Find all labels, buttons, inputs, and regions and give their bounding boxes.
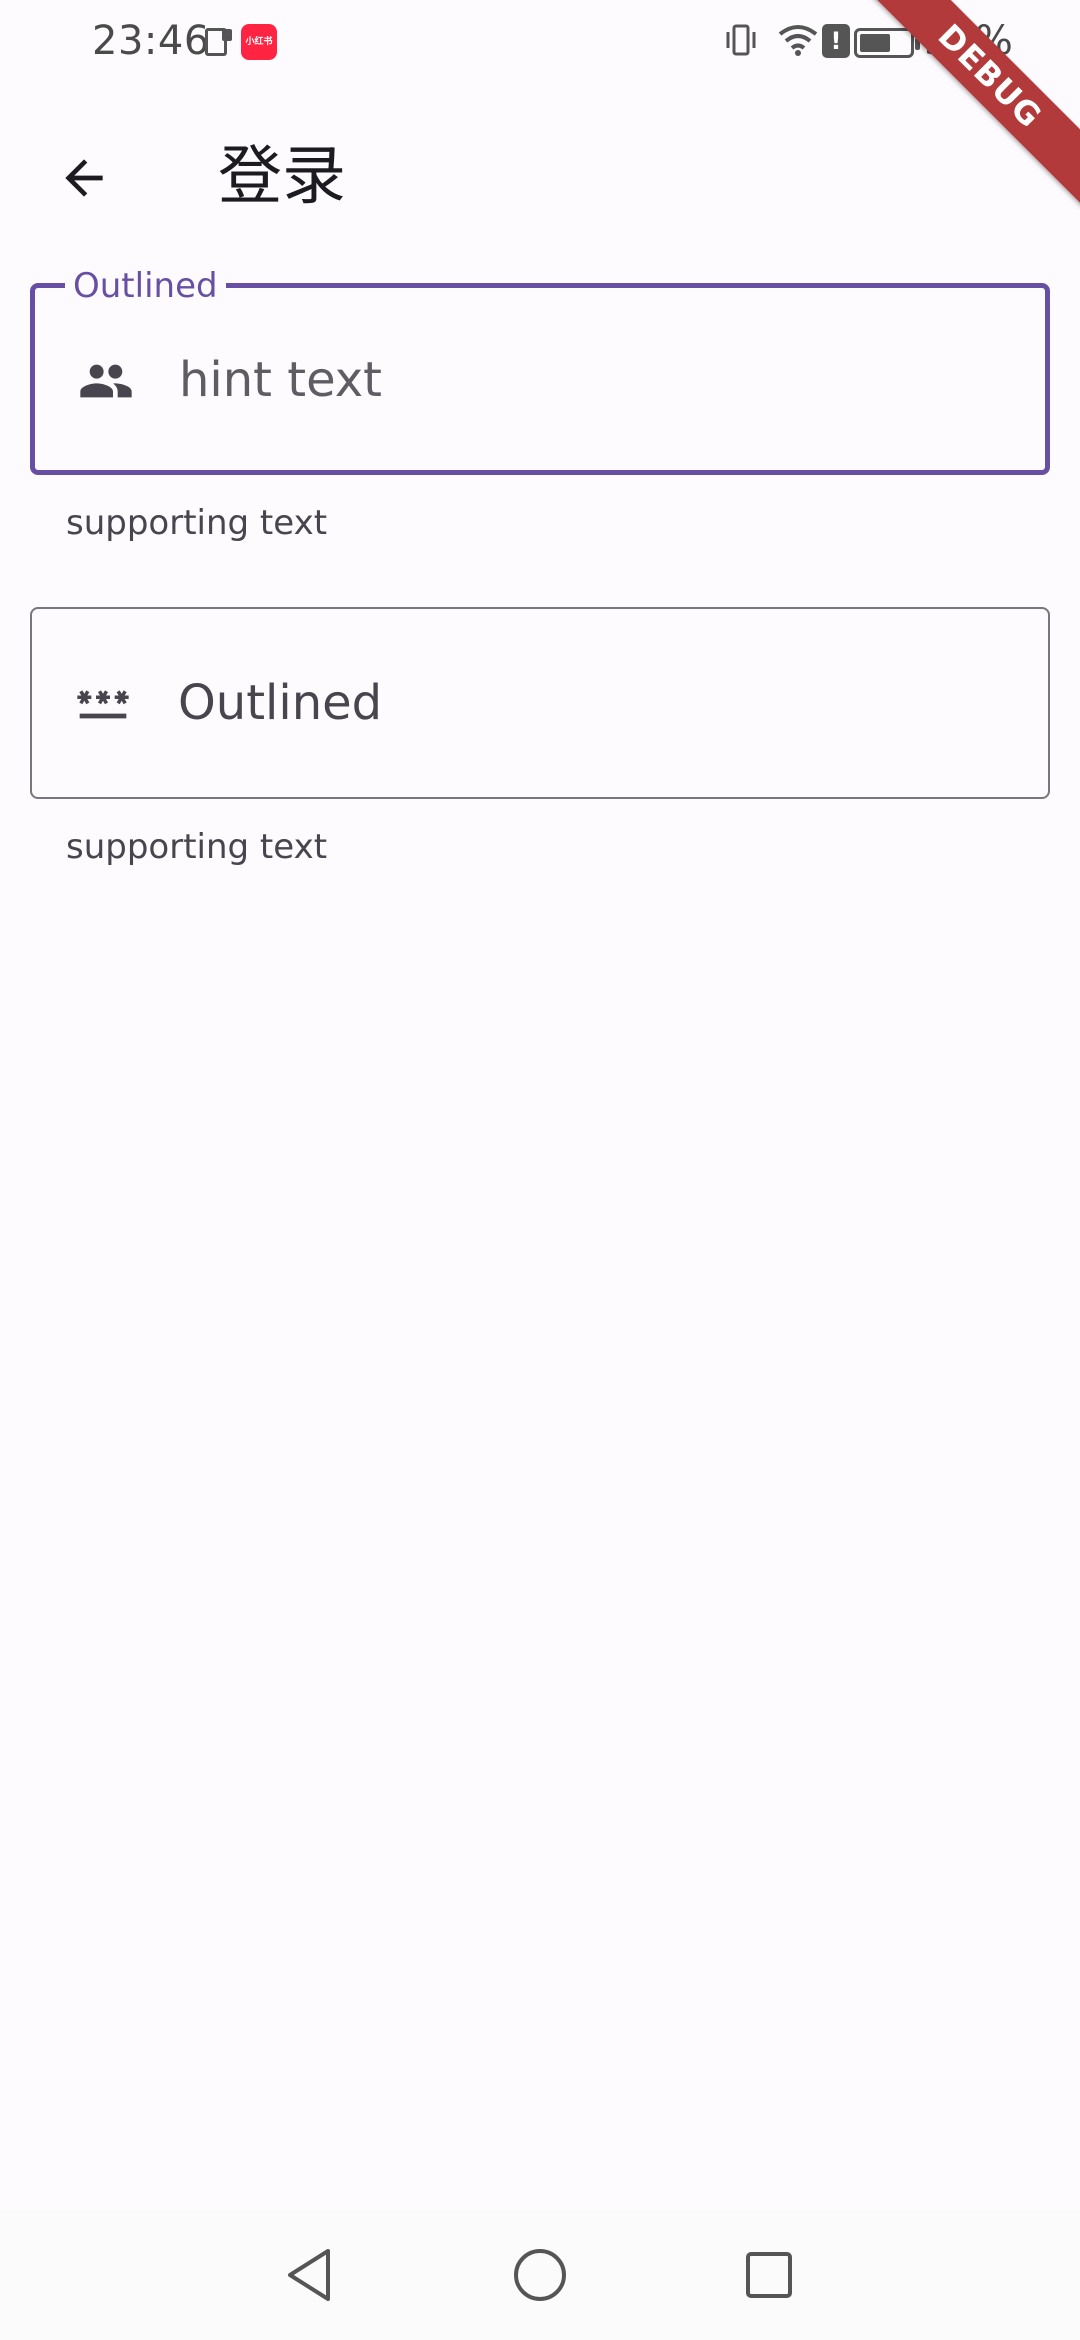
supporting-text: supporting text [66, 827, 328, 867]
status-time: 23:46 [92, 18, 210, 64]
alert-icon: ! [822, 24, 850, 58]
username-field[interactable]: Outlined hint text [30, 266, 1050, 475]
app-bar: 登录 [0, 110, 1080, 240]
password-input-text[interactable]: Outlined [178, 671, 382, 735]
wifi-icon [778, 25, 818, 56]
nav-back-button[interactable] [275, 2240, 345, 2310]
supporting-text: supporting text [66, 503, 328, 543]
username-input-text[interactable]: hint text [179, 348, 382, 412]
circle-home-icon [514, 2249, 566, 2301]
password-field[interactable]: Outlined [30, 607, 1050, 799]
arrow-back-icon [65, 159, 103, 197]
sim-notification-icon [205, 28, 232, 56]
triangle-back-icon [288, 2249, 330, 2301]
vibrate-icon [726, 24, 756, 56]
square-recents-icon [746, 2252, 792, 2298]
field-label: Outlined [65, 266, 226, 306]
app-notification-icon: 小红书 [241, 24, 277, 60]
back-button[interactable] [40, 134, 128, 222]
page-title: 登录 [218, 140, 346, 214]
battery-fill [860, 34, 890, 52]
nav-home-button[interactable] [505, 2240, 575, 2310]
password-icon [77, 690, 129, 719]
people-icon [80, 364, 132, 398]
system-nav-bar [0, 2210, 1080, 2340]
battery-icon [854, 28, 920, 58]
screen: 23:46 小红书 ! 55% DEBUG [0, 0, 1080, 2340]
nav-recents-button[interactable] [734, 2240, 804, 2310]
